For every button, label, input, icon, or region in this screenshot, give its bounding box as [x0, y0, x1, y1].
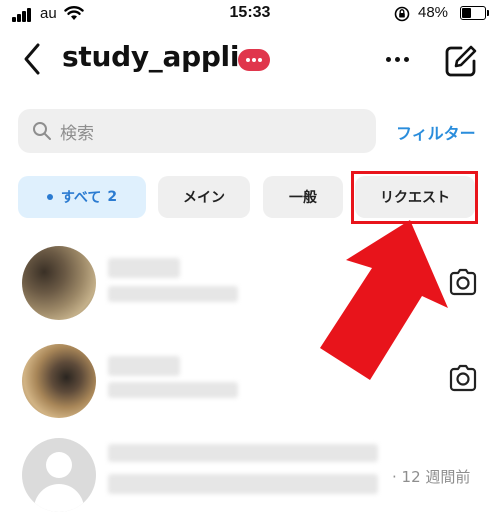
blurred-username	[108, 444, 378, 462]
tab-all-label: すべて	[60, 190, 102, 206]
compose-icon[interactable]	[444, 44, 478, 82]
cat-photo-avatar[interactable]	[22, 246, 96, 320]
blurred-username	[108, 356, 180, 376]
blurred-message-preview	[108, 286, 238, 302]
red-arrow-annotation	[320, 220, 448, 380]
tab-main[interactable]: メイン	[158, 176, 250, 218]
status-bar: au 15:33 48%	[0, 0, 500, 30]
tab-all[interactable]: すべて 2	[18, 176, 146, 218]
blurred-message-preview	[108, 382, 238, 398]
page-title[interactable]: study_appli	[62, 40, 239, 73]
rotation-lock-icon	[394, 6, 410, 26]
tab-general-label: 一般	[289, 190, 317, 206]
active-dot-icon	[46, 194, 53, 200]
battery-icon	[460, 6, 489, 20]
default-avatar[interactable]	[22, 438, 96, 512]
search-placeholder: 検索	[60, 124, 94, 144]
blurred-username	[108, 258, 180, 278]
battery-percent: 48%	[418, 4, 449, 21]
filter-link[interactable]: フィルター	[396, 120, 476, 144]
more-dots-badge-icon[interactable]	[238, 49, 270, 71]
tab-all-count: 2	[107, 189, 118, 205]
camera-icon[interactable]	[448, 364, 478, 396]
search-icon	[33, 122, 51, 140]
camera-icon[interactable]	[448, 268, 478, 300]
blurred-message-preview	[108, 474, 378, 494]
search-input[interactable]: 検索	[18, 109, 376, 153]
tab-main-label: メイン	[183, 190, 225, 206]
cat-photo-avatar[interactable]	[22, 344, 96, 418]
back-chevron-icon[interactable]	[22, 42, 42, 80]
thread-time-ago: · 12 週間前	[392, 468, 471, 486]
